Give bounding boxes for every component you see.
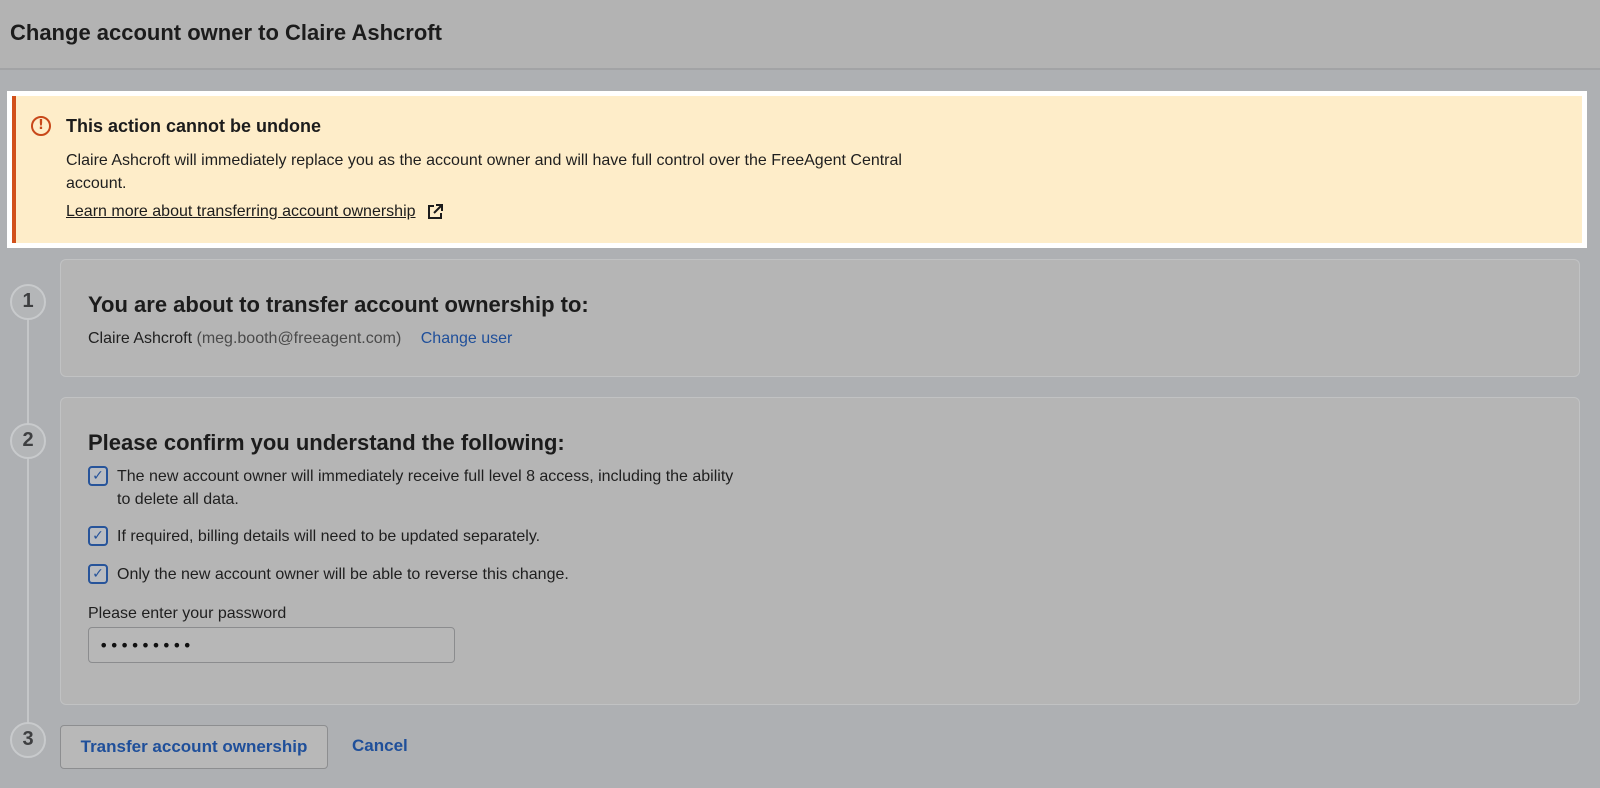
- cancel-link[interactable]: Cancel: [352, 736, 408, 756]
- new-owner-line: Claire Ashcroft (meg.booth@freeagent.com…: [88, 330, 512, 348]
- confirm-checkbox-reverse[interactable]: ✓: [88, 564, 108, 584]
- learn-more-link[interactable]: Learn more about transferring account ow…: [66, 203, 444, 221]
- transfer-ownership-button[interactable]: Transfer account ownership: [60, 725, 328, 769]
- confirm-label: Only the new account owner will be able …: [117, 566, 569, 583]
- page-title: Change account owner to Claire Ashcroft: [10, 20, 442, 45]
- confirm-item: ✓ The new account owner will immediately…: [88, 466, 737, 511]
- confirm-checkbox-billing[interactable]: ✓: [88, 526, 108, 546]
- learn-more-label: Learn more about transferring account ow…: [66, 203, 416, 220]
- step-2-heading: Please confirm you understand the follow…: [88, 430, 565, 455]
- alert-title: This action cannot be undone: [66, 116, 322, 136]
- page-header: Change account owner to Claire Ashcroft: [0, 0, 1600, 70]
- alert-body: Claire Ashcroft will immediately replace…: [66, 152, 902, 192]
- change-user-link[interactable]: Change user: [421, 330, 513, 347]
- step-1-marker: 1: [10, 284, 46, 320]
- confirm-checkbox-full-access[interactable]: ✓: [88, 466, 108, 486]
- password-label: Please enter your password: [88, 605, 287, 622]
- alert-circle-icon: !: [31, 116, 51, 136]
- alert-highlight: ! This action cannot be undone Claire As…: [7, 91, 1587, 248]
- warning-alert: ! This action cannot be undone Claire As…: [12, 96, 1582, 243]
- confirm-item: ✓ If required, billing details will need…: [88, 526, 737, 549]
- new-owner-name: Claire Ashcroft: [88, 330, 193, 347]
- confirm-label: The new account owner will immediately r…: [117, 468, 734, 508]
- external-link-icon: [427, 204, 443, 219]
- step-1-panel: You are about to transfer account owners…: [60, 259, 1580, 377]
- new-owner-email: (meg.booth@freeagent.com): [196, 330, 402, 347]
- step-3-marker: 3: [10, 722, 46, 758]
- confirm-item: ✓ Only the new account owner will be abl…: [88, 564, 737, 587]
- step-2-panel: Please confirm you understand the follow…: [60, 397, 1580, 705]
- password-input[interactable]: [88, 627, 455, 663]
- confirm-label: If required, billing details will need t…: [117, 528, 541, 545]
- step-1-heading: You are about to transfer account owners…: [88, 292, 589, 317]
- step-2-marker: 2: [10, 423, 46, 459]
- step-timeline: [27, 300, 29, 730]
